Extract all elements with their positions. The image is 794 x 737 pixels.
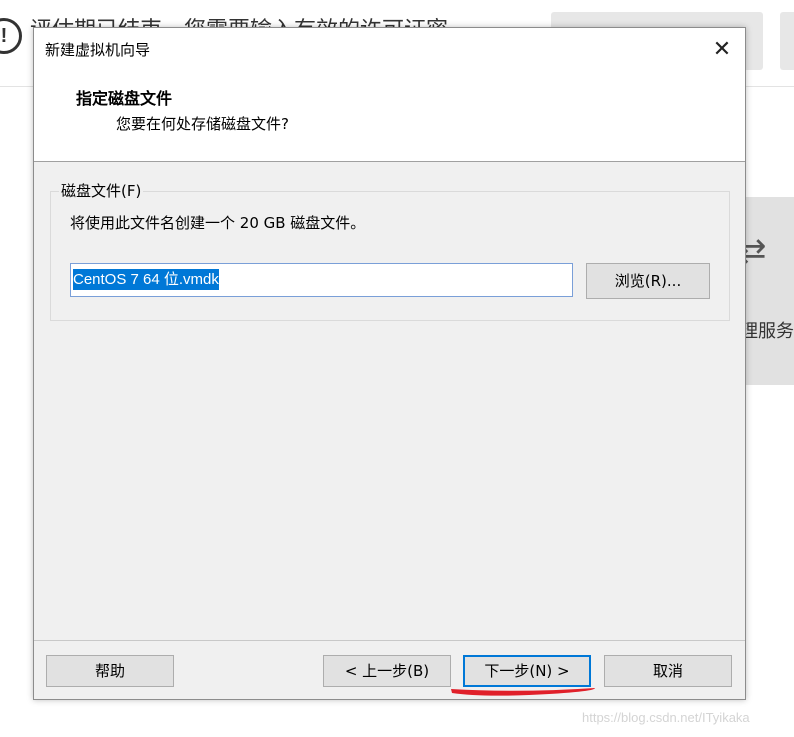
browse-button[interactable]: 浏览(R)... (586, 263, 710, 299)
watermark: https://blog.csdn.net/ITyikaka (582, 710, 750, 725)
new-vm-wizard-dialog: 新建虚拟机向导 ✕ 指定磁盘文件 您要在何处存储磁盘文件? 磁盘文件(F) 将使… (33, 27, 746, 700)
disk-file-input[interactable]: CentOS 7 64 位.vmdk (70, 263, 573, 297)
back-button[interactable]: < 上一步(B) (323, 655, 451, 687)
warning-icon: ! (0, 18, 22, 54)
footer-divider (34, 640, 745, 641)
wizard-step-title: 指定磁盘文件 (76, 89, 173, 108)
cancel-button[interactable]: 取消 (604, 655, 732, 687)
close-icon[interactable]: ✕ (699, 28, 745, 73)
disk-file-group: 磁盘文件(F) 将使用此文件名创建一个 20 GB 磁盘文件。 CentOS 7… (50, 180, 730, 321)
wizard-step-subtitle: 您要在何处存储磁盘文件? (116, 115, 289, 133)
disk-file-input-value: CentOS 7 64 位.vmdk (73, 269, 219, 290)
banner-button-secondary[interactable] (780, 12, 794, 70)
connect-server-label: 理服务器 (740, 321, 794, 342)
wizard-header: 指定磁盘文件 您要在何处存储磁盘文件? (34, 73, 745, 162)
disk-file-group-legend: 磁盘文件(F) (59, 180, 144, 201)
dialog-titlebar: 新建虚拟机向导 ✕ (34, 28, 745, 73)
help-button[interactable]: 帮助 (46, 655, 174, 687)
dialog-title: 新建虚拟机向导 (45, 41, 151, 59)
red-annotation-underline (451, 688, 595, 696)
disk-file-description: 将使用此文件名创建一个 20 GB 磁盘文件。 (70, 214, 366, 232)
